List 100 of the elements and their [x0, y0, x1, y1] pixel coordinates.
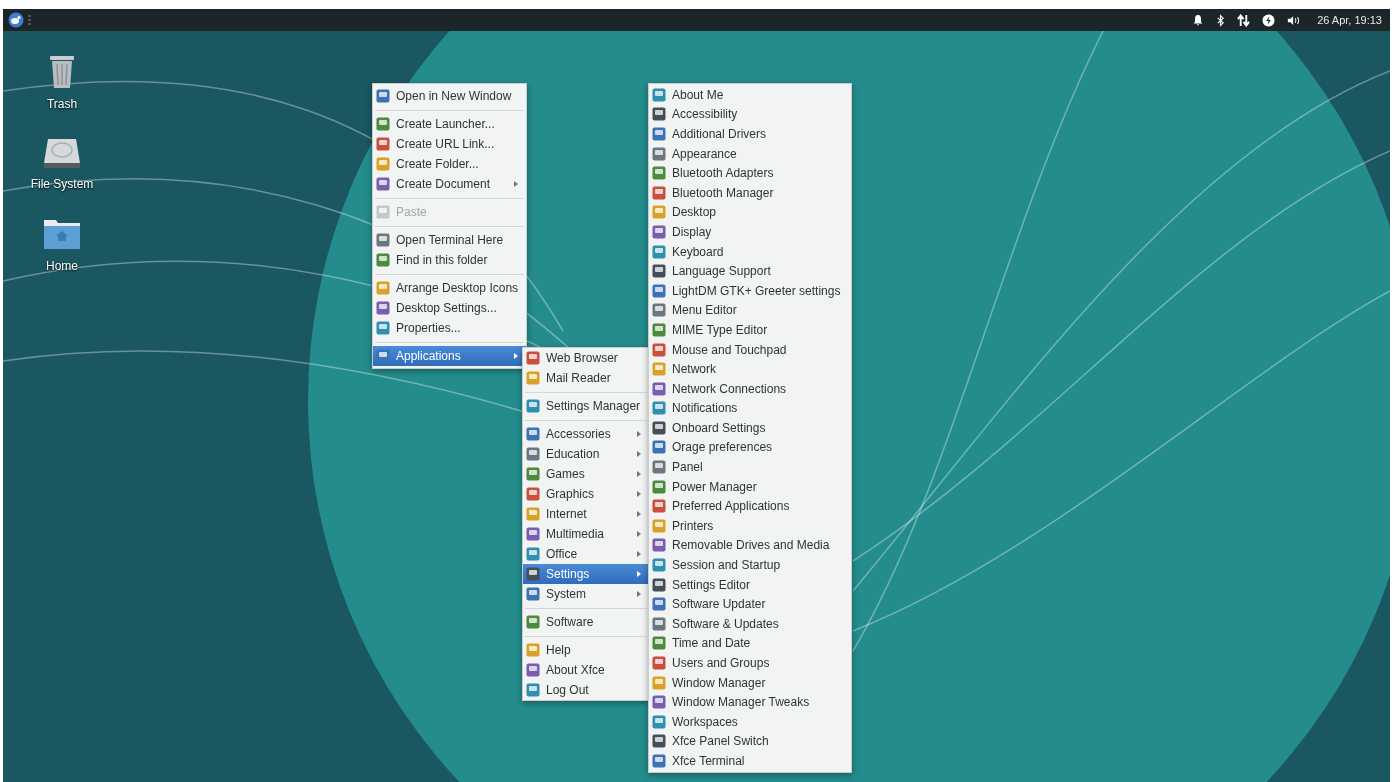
menu-item[interactable]: Internet [523, 504, 649, 524]
menu-item[interactable]: Window Manager [649, 672, 851, 693]
app-icon [526, 567, 540, 581]
menu-item[interactable]: Appearance [649, 143, 851, 164]
app-icon [376, 117, 390, 131]
app-icon [652, 420, 666, 435]
menu-item[interactable]: Office [523, 544, 649, 564]
app-icon [376, 349, 390, 363]
menu-item[interactable]: Preferred Applications [649, 496, 851, 517]
hard-drive-icon[interactable] [42, 137, 82, 169]
app-icon [376, 281, 390, 295]
menu-item[interactable]: Language Support [649, 261, 851, 281]
menu-item[interactable]: Software [523, 612, 649, 632]
menu-item[interactable]: Accessibility [649, 104, 851, 125]
menu-item[interactable]: Xfce Terminal [649, 751, 851, 771]
app-icon [652, 714, 666, 729]
power-icon[interactable] [1262, 13, 1276, 27]
menu-item[interactable]: Create URL Link... [373, 134, 527, 154]
app-icon [652, 166, 666, 181]
menu-item[interactable]: About Xfce [523, 660, 649, 680]
menu-item[interactable]: Additional Drivers [649, 124, 851, 144]
menu-item[interactable]: LightDM GTK+ Greeter settings [649, 280, 851, 301]
menu-item[interactable]: Settings Editor [649, 574, 851, 595]
menu-item[interactable]: Open Terminal Here [373, 230, 527, 250]
trash-can-icon[interactable] [48, 53, 76, 89]
menu-item[interactable]: Time and Date [649, 633, 851, 654]
menu-item[interactable]: Panel [649, 457, 851, 477]
menu-item[interactable]: Power Manager [649, 476, 851, 497]
app-menu-icon[interactable] [8, 12, 24, 28]
menu-item[interactable]: Menu Editor [649, 300, 851, 321]
menu-item[interactable]: Desktop Settings... [373, 298, 527, 318]
app-icon [652, 636, 666, 651]
menu-item[interactable]: Network [649, 359, 851, 379]
menu-item[interactable]: MIME Type Editor [649, 320, 851, 340]
app-icon [376, 177, 390, 191]
menu-item[interactable]: Education [523, 444, 649, 464]
desktop-icon-label[interactable]: Home [46, 259, 78, 273]
app-icon [526, 507, 540, 521]
menu-item[interactable]: Log Out [523, 680, 649, 700]
menu-item[interactable]: Games [523, 464, 649, 484]
app-icon [376, 233, 390, 247]
menu-item[interactable]: Find in this folder [373, 250, 527, 270]
app-icon [652, 754, 666, 768]
panel-handle-icon[interactable] [28, 15, 31, 25]
menu-item[interactable]: Graphics [523, 484, 649, 504]
clock[interactable]: 26 Apr, 19:13 [1317, 14, 1382, 26]
menu-item[interactable]: Mouse and Touchpad [649, 339, 851, 360]
menu-item[interactable]: System [523, 584, 649, 604]
menu-item[interactable]: Workspaces [649, 712, 851, 732]
menu-item[interactable]: Keyboard [649, 241, 851, 262]
network-arrows-icon[interactable] [1237, 13, 1251, 27]
menu-item[interactable]: Accessories [523, 424, 649, 444]
app-icon [376, 157, 390, 171]
app-icon [526, 467, 540, 481]
desktop-icon-label[interactable]: Trash [46, 97, 78, 111]
menu-item[interactable]: Desktop [649, 202, 851, 223]
menu-item[interactable]: Onboard Settings [649, 418, 851, 438]
menu-item[interactable]: Software Updater [649, 594, 851, 615]
app-icon [652, 87, 666, 102]
menu-item[interactable]: Orage preferences [649, 437, 851, 458]
submenu-arrow-icon [637, 511, 641, 517]
menu-item[interactable]: Bluetooth Adapters [649, 163, 851, 183]
app-icon [652, 538, 666, 553]
app-icon [376, 321, 390, 335]
app-icon [526, 527, 540, 541]
menu-item[interactable]: Software & Updates [649, 614, 851, 634]
menu-item[interactable]: Settings [523, 564, 649, 584]
app-icon [652, 362, 666, 377]
menu-item[interactable]: Multimedia [523, 524, 649, 544]
submenu-arrow-icon [637, 591, 641, 597]
menu-item[interactable]: Settings Manager [523, 396, 649, 416]
menu-item[interactable]: Printers [649, 516, 851, 536]
menu-item[interactable]: Open in New Window [373, 86, 527, 106]
app-icon [652, 127, 666, 141]
app-icon [652, 518, 666, 533]
menu-item[interactable]: Properties... [373, 318, 527, 338]
menu-item[interactable]: Display [649, 222, 851, 242]
menu-item[interactable]: Create Document [373, 174, 527, 194]
menu-item[interactable]: Applications [373, 346, 527, 366]
notification-bell-icon[interactable] [1192, 14, 1205, 26]
menu-item[interactable]: Network Connections [649, 378, 851, 399]
bluetooth-icon[interactable] [1216, 13, 1226, 27]
menu-item[interactable]: Arrange Desktop Icons [373, 278, 527, 298]
menu-item[interactable]: Create Launcher... [373, 114, 527, 134]
menu-item[interactable]: Window Manager Tweaks [649, 692, 851, 712]
app-icon [652, 283, 666, 298]
app-icon [652, 107, 666, 122]
menu-item[interactable]: Create Folder... [373, 154, 527, 174]
menu-item[interactable]: Mail Reader [523, 368, 649, 388]
menu-item[interactable]: About Me [649, 85, 851, 105]
menu-item[interactable]: Xfce Panel Switch [649, 731, 851, 752]
menu-item[interactable]: Removable Drives and Media [649, 535, 851, 556]
menu-item[interactable]: Notifications [649, 398, 851, 419]
desktop-icon-label[interactable]: File System [30, 177, 94, 191]
menu-item[interactable]: Bluetooth Manager [649, 182, 851, 203]
volume-icon[interactable] [1287, 14, 1302, 26]
menu-item[interactable]: Session and Startup [649, 555, 851, 575]
menu-item[interactable]: Users and Groups [649, 653, 851, 673]
home-folder-icon[interactable] [42, 217, 82, 251]
menu-item[interactable]: Help [523, 640, 649, 660]
